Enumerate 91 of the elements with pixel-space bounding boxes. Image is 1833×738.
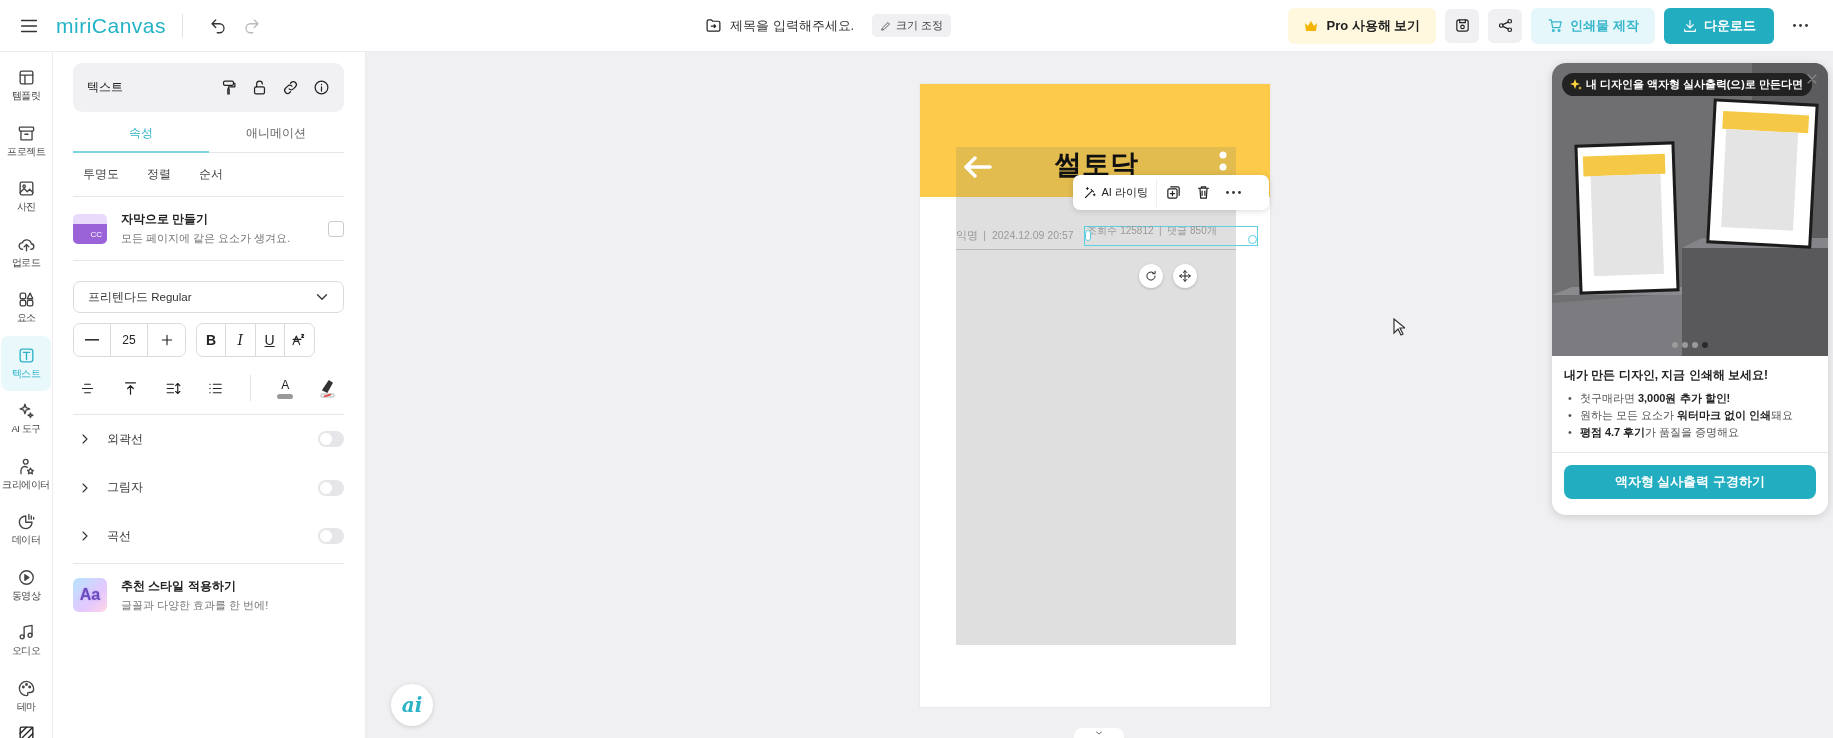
caption-option-description: 모든 페이지에 같은 요소가 생겨요. — [121, 231, 292, 246]
shapes-icon — [16, 290, 36, 310]
nav-rail-item[interactable]: 업로드 — [1, 224, 51, 280]
post-meta-text: 익명 | 2024.12.09 20:57 — [955, 229, 1074, 243]
share-icon — [1496, 17, 1514, 34]
paint-roller-button[interactable] — [220, 79, 237, 96]
pro-trial-button[interactable]: Pro 사용해 보기 — [1288, 7, 1437, 44]
caption-option-title: 자막으로 만들기 — [121, 211, 210, 228]
info-button[interactable] — [313, 79, 330, 96]
mouse-pointer-icon — [1393, 318, 1405, 336]
nav-rail-item[interactable]: 오디오 — [1, 613, 51, 669]
nav-rail-item[interactable]: 사진 — [1, 169, 51, 225]
save-button[interactable] — [1445, 8, 1480, 43]
sub-tab[interactable]: 순서 — [199, 166, 223, 183]
undo-icon — [209, 16, 228, 35]
nav-rail-item[interactable]: 동영상 — [1, 557, 51, 613]
pencil-icon — [880, 19, 893, 32]
nav-rail-item[interactable]: AI 도구 — [1, 391, 51, 447]
recommend-title: 추천 스타일 적용하기 — [121, 577, 237, 595]
unlock-icon — [251, 79, 268, 96]
image-icon — [16, 179, 36, 199]
subtitle-badge: CC — [73, 213, 107, 244]
minus-icon — [85, 339, 99, 341]
sub-tab[interactable]: 정렬 — [147, 166, 171, 183]
sparkle-icon — [1570, 78, 1582, 91]
resize-button[interactable]: 크기 조정 — [872, 14, 952, 37]
bullet-marker: • — [1568, 425, 1572, 440]
recommend-description: 글꼴과 다양한 효과를 한 번에! — [121, 597, 270, 613]
text-box-icon — [16, 345, 36, 365]
italic-button[interactable]: I — [226, 324, 256, 356]
rotate-icon — [1143, 269, 1158, 283]
nav-rail-item[interactable]: 요소 — [1, 280, 51, 336]
nav-rail-item[interactable]: 테마 — [1, 668, 51, 724]
hatched-square-icon — [16, 724, 36, 738]
pie-chart-icon — [16, 512, 36, 532]
promo-bullet: 평점 4.7 후기가 품질을 증명해요 — [1579, 425, 1740, 440]
cart-icon — [1547, 17, 1565, 34]
save-icon — [1453, 17, 1471, 34]
panel-tab[interactable]: 애니메이션 — [208, 115, 344, 153]
bold-button[interactable]: B — [197, 324, 227, 356]
archive-box-icon — [16, 123, 36, 143]
more-icon — [1793, 24, 1808, 27]
style-badge: Aa — [73, 578, 107, 612]
page-panel-toggle[interactable] — [1074, 728, 1124, 738]
toggle-label: 외곽선 — [107, 430, 144, 448]
nav-rail-item[interactable]: 프로젝트 — [1, 113, 51, 169]
nav-rail-item[interactable]: 템플릿 — [1, 58, 51, 114]
palette-icon — [16, 678, 36, 698]
toggle-label: 그림자 — [107, 479, 144, 497]
promo-bullet: 첫구매라면 3,000원 추가 할인! — [1579, 391, 1731, 406]
lock-button[interactable] — [251, 79, 268, 96]
sub-tab[interactable]: 투명도 — [83, 166, 119, 183]
info-icon — [313, 79, 330, 96]
text-color-button[interactable]: A — [277, 377, 294, 399]
crown-icon — [1304, 19, 1319, 32]
play-circle-icon — [16, 567, 36, 587]
bullet-marker: • — [1568, 391, 1572, 406]
toggle-switch[interactable] — [318, 479, 344, 496]
folder-arrow-icon — [705, 17, 722, 34]
carousel-dot[interactable] — [1692, 342, 1698, 348]
promo-bullet: 원하는 모든 요소가 워터마크 없이 인쇄돼요 — [1579, 408, 1794, 423]
carousel-dot[interactable] — [1672, 342, 1678, 348]
paint-roller-icon — [220, 79, 237, 96]
download-icon — [1682, 17, 1698, 34]
redo-icon — [243, 16, 262, 35]
toggle-switch[interactable] — [318, 528, 344, 545]
share-button[interactable] — [1488, 8, 1523, 43]
checkbox[interactable] — [328, 220, 344, 237]
move-icon — [1177, 269, 1192, 283]
toggle-switch[interactable] — [318, 431, 344, 448]
panel-title: 텍스트 — [87, 79, 124, 96]
duplicate-icon — [1165, 184, 1183, 201]
magic-wand-icon — [1082, 185, 1098, 200]
link-icon — [282, 79, 299, 96]
marker-icon — [318, 378, 336, 398]
underline-button[interactable]: U — [255, 324, 285, 356]
title-field[interactable]: 제목을 입력해주세요. — [730, 16, 855, 35]
carousel-dot[interactable] — [1702, 342, 1708, 348]
back-arrow-icon — [963, 156, 992, 178]
font-dropdown[interactable]: 프리텐다드 Regular — [73, 281, 344, 313]
nav-rail-item[interactable]: 데이터 — [1, 502, 51, 558]
link-button[interactable] — [282, 79, 299, 96]
more-icon — [1226, 191, 1242, 194]
carousel-dot[interactable] — [1682, 342, 1688, 348]
bullet-marker: • — [1568, 408, 1572, 423]
toggle-label: 곡선 — [107, 527, 132, 545]
promo-tag-text: 내 디자인을 액자형 실사출력(으)로 만든다면 — [1586, 77, 1803, 92]
highlight-button[interactable] — [318, 378, 336, 398]
layout-icon — [16, 68, 36, 88]
promo-heading: 내가 만든 디자인, 지금 인쇄해 보세요! — [1564, 367, 1769, 384]
nav-rail-item[interactable]: 크리에이터 — [1, 446, 51, 502]
